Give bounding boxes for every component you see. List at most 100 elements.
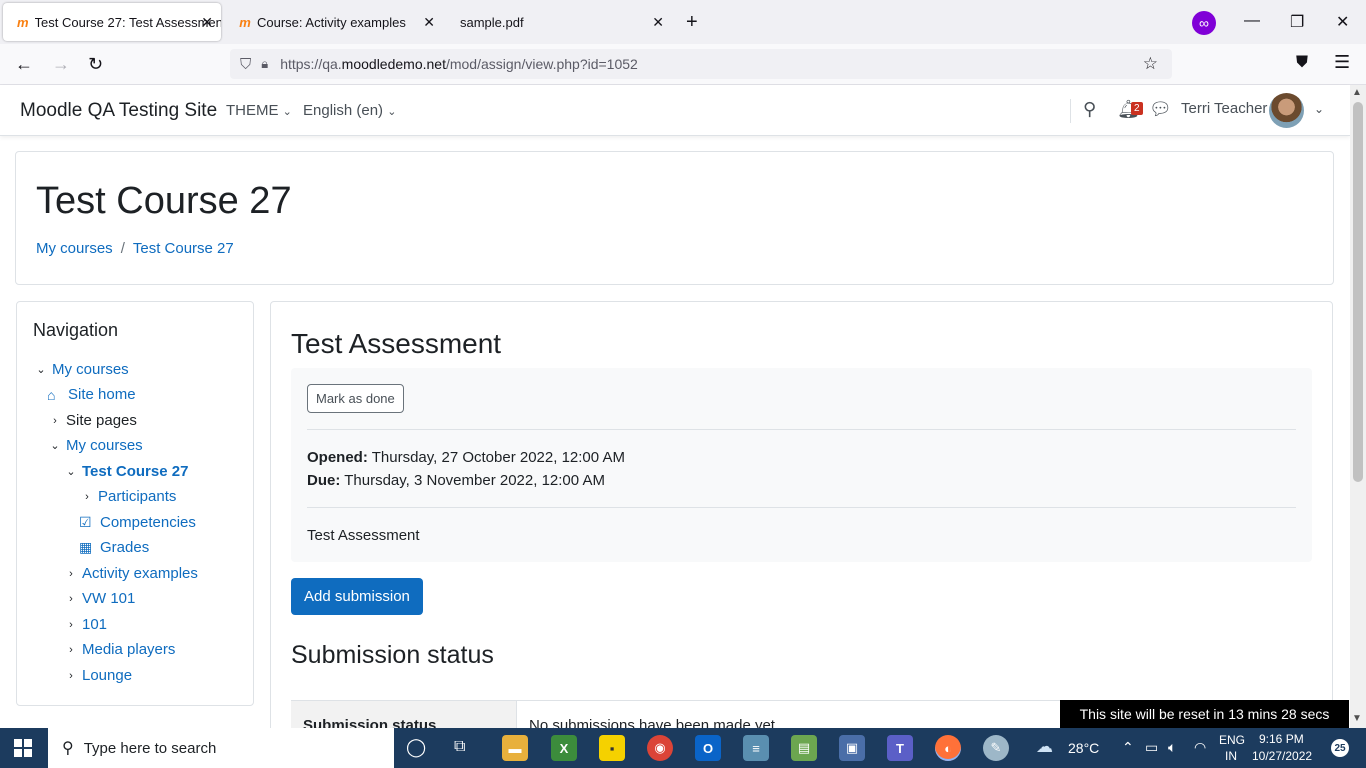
main-content: Test Assessment Mark as done Opened: Thu… xyxy=(270,301,1333,741)
language-indicator-top[interactable]: ENG xyxy=(1219,733,1245,747)
nav-item-label: Site home xyxy=(68,386,136,403)
browser-tab[interactable]: sample.pdf ✕ xyxy=(448,3,672,41)
chevron-right-icon[interactable]: › xyxy=(63,644,79,656)
reload-icon[interactable]: ↻ xyxy=(88,53,103,75)
browser-tab[interactable]: m Course: Activity examples ✕ xyxy=(225,3,443,41)
breadcrumb-separator: / xyxy=(120,240,125,257)
lock-icon[interactable]: 🔒︎ xyxy=(261,56,268,72)
avatar[interactable] xyxy=(1269,93,1304,128)
mark-as-done-button[interactable]: Mark as done xyxy=(307,384,404,413)
messages-icon[interactable]: 💬︎ xyxy=(1149,99,1172,120)
restore-icon[interactable]: ❐ xyxy=(1290,12,1304,32)
nav-item-activity-examples[interactable]: › Activity examples xyxy=(63,565,198,582)
teams-icon[interactable]: T xyxy=(887,735,913,761)
chevron-right-icon[interactable]: › xyxy=(47,415,63,427)
nav-item-label: My courses xyxy=(52,361,129,378)
pocket-icon[interactable]: ⛊ xyxy=(1296,54,1308,72)
address-bar[interactable]: ⛉ 🔒︎ https://qa.moodledemo.net/mod/assig… xyxy=(230,49,1172,79)
chevron-down-icon[interactable]: ⌄ xyxy=(1314,102,1324,116)
action-center-notification-badge[interactable]: 25 xyxy=(1331,739,1349,757)
language-indicator-bottom[interactable]: IN xyxy=(1225,749,1237,763)
theme-menu[interactable]: THEME ⌄ xyxy=(226,102,292,119)
task-view-icon[interactable]: ⧉ xyxy=(454,738,465,756)
chrome-icon[interactable]: ◉ xyxy=(647,735,673,761)
chevron-right-icon[interactable]: › xyxy=(63,670,79,682)
nav-item-site-pages[interactable]: › Site pages xyxy=(47,412,137,429)
user-name[interactable]: Terri Teacher xyxy=(1181,100,1267,117)
tab-close-icon[interactable]: ✕ xyxy=(423,14,435,31)
page-title: Test Course 27 xyxy=(36,180,292,222)
header-divider xyxy=(1070,99,1071,123)
bookmark-star-icon[interactable]: ☆ xyxy=(1143,54,1158,74)
site-name[interactable]: Moodle QA Testing Site xyxy=(20,100,217,122)
forward-icon[interactable]: → xyxy=(52,53,70,75)
taskbar-search-box[interactable]: ⚲ Type here to search xyxy=(48,728,394,768)
back-icon[interactable]: ← xyxy=(15,53,33,75)
new-tab-icon[interactable]: + xyxy=(686,12,698,32)
remote-desktop-icon[interactable]: ▣ xyxy=(839,735,865,761)
page-header: Test Course 27 My courses / Test Course … xyxy=(15,151,1334,285)
windows-start-icon[interactable] xyxy=(14,739,32,757)
scrollbar-thumb[interactable] xyxy=(1353,102,1363,482)
nav-item-competencies[interactable]: ☑ Competencies xyxy=(79,514,196,531)
spreadsheet-app-icon[interactable]: ▤ xyxy=(791,735,817,761)
checkbox-check-icon: ☑ xyxy=(79,514,92,530)
firefox-icon[interactable]: ◐ xyxy=(935,735,961,761)
notification-count-badge: 2 xyxy=(1131,102,1143,115)
weather-temperature[interactable]: 28°C xyxy=(1068,740,1099,756)
chevron-right-icon[interactable]: › xyxy=(79,491,95,503)
due-date: Due: Thursday, 3 November 2022, 12:00 AM xyxy=(307,472,605,489)
tracking-shield-icon[interactable]: ⛉ xyxy=(240,56,251,73)
cortana-circle-icon[interactable]: ◯ xyxy=(406,737,426,758)
clock-time[interactable]: 9:16 PM xyxy=(1259,732,1304,746)
file-explorer-icon[interactable]: ▬ xyxy=(502,735,528,761)
wifi-icon[interactable]: ◠ xyxy=(1194,739,1206,756)
chevron-right-icon[interactable]: › xyxy=(63,619,79,631)
search-icon[interactable]: ⚲ xyxy=(1083,99,1096,120)
nav-item-label: VW 101 xyxy=(82,590,136,607)
language-menu[interactable]: English (en) ⌄ xyxy=(303,102,396,119)
nav-item-lounge[interactable]: › Lounge xyxy=(63,667,132,684)
nav-item-participants[interactable]: › Participants xyxy=(79,488,176,505)
chevron-right-icon[interactable]: › xyxy=(63,568,79,580)
chevron-right-icon[interactable]: › xyxy=(63,593,79,605)
sticky-notes-icon[interactable]: ▪ xyxy=(599,735,625,761)
nav-item-grades[interactable]: ▦ Grades xyxy=(79,539,149,556)
weather-cloud-icon[interactable]: ☁ xyxy=(1036,737,1053,757)
add-submission-button[interactable]: Add submission xyxy=(291,578,423,615)
window-close-icon[interactable]: ✕ xyxy=(1336,12,1349,32)
tab-close-icon[interactable]: ✕ xyxy=(201,14,213,31)
tab-close-icon[interactable]: ✕ xyxy=(652,14,664,31)
minimize-icon[interactable]: — xyxy=(1244,12,1260,30)
chevron-up-icon[interactable]: ⌃ xyxy=(1122,739,1134,756)
url-domain: moodledemo.net xyxy=(341,56,446,72)
nav-item-site-home[interactable]: ⌂ Site home xyxy=(47,386,136,403)
nav-item-media-players[interactable]: › Media players xyxy=(63,641,175,658)
nav-item-my-courses[interactable]: ⌄ My courses xyxy=(47,437,143,454)
nav-item-my-courses-root[interactable]: ⌄ My courses xyxy=(33,361,129,378)
chevron-down-icon[interactable]: ⌄ xyxy=(33,363,49,376)
hamburger-menu-icon[interactable]: ☰ xyxy=(1334,52,1350,73)
breadcrumb-my-courses[interactable]: My courses xyxy=(36,240,113,257)
scroll-up-icon[interactable]: ▲ xyxy=(1352,87,1362,98)
clock-date[interactable]: 10/27/2022 xyxy=(1252,749,1312,763)
nav-item-vw-101[interactable]: › VW 101 xyxy=(63,590,135,607)
nav-item-test-course-27[interactable]: ⌄ Test Course 27 xyxy=(63,463,188,480)
speaker-icon[interactable]: 🔈︎ xyxy=(1168,739,1176,756)
nav-item-101[interactable]: › 101 xyxy=(63,616,107,633)
breadcrumb-test-course-27[interactable]: Test Course 27 xyxy=(133,240,234,257)
battery-icon[interactable]: ▭ xyxy=(1145,739,1158,756)
notepad-app-icon[interactable]: ≡ xyxy=(743,735,769,761)
site-reset-banner: This site will be reset in 13 mins 28 se… xyxy=(1060,700,1349,728)
scroll-down-icon[interactable]: ▼ xyxy=(1352,713,1362,724)
chevron-down-icon[interactable]: ⌄ xyxy=(63,465,79,478)
url-text[interactable]: https://qa.moodledemo.net/mod/assign/vie… xyxy=(280,56,638,72)
moodle-navbar: Moodle QA Testing Site THEME ⌄ English (… xyxy=(0,85,1350,136)
browser-tab-active[interactable]: m Test Course 27: Test Assessment ✕ xyxy=(3,3,221,41)
paint-app-icon[interactable]: ✎ xyxy=(983,735,1009,761)
outlook-icon[interactable]: O xyxy=(695,735,721,761)
excel-app-icon[interactable]: X xyxy=(551,735,577,761)
tab-title: Test Course 27: Test Assessment xyxy=(34,14,221,30)
nav-item-label: My courses xyxy=(66,437,143,454)
chevron-down-icon[interactable]: ⌄ xyxy=(47,439,63,452)
